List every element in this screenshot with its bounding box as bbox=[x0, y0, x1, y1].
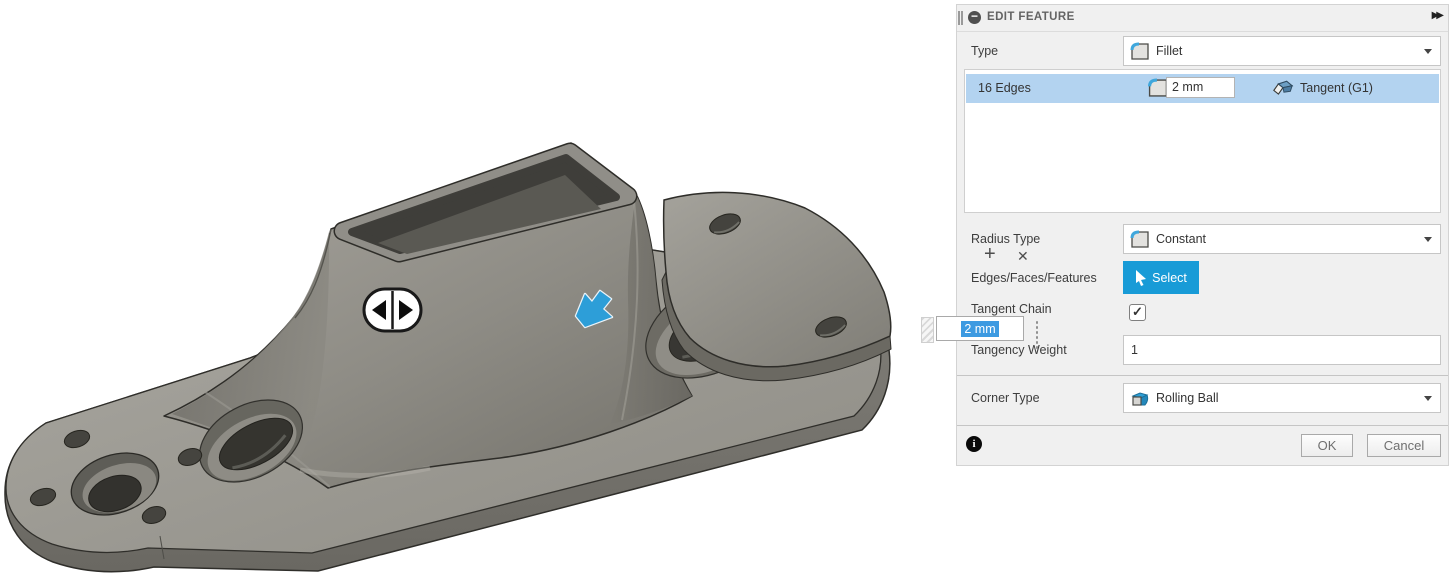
cursor-icon bbox=[1135, 270, 1147, 286]
check-icon: ✓ bbox=[1132, 304, 1143, 319]
ok-button[interactable]: OK bbox=[1301, 434, 1353, 457]
radius-type-dropdown[interactable]: Constant bbox=[1123, 224, 1441, 254]
corner-type-value: Rolling Ball bbox=[1156, 391, 1424, 405]
fast-forward-icon[interactable]: ▶▶ bbox=[1432, 10, 1441, 21]
continuity-value: Tangent (G1) bbox=[1300, 81, 1373, 95]
dialog-header[interactable]: − EDIT FEATURE ▶▶ bbox=[957, 5, 1448, 32]
info-icon[interactable]: i bbox=[966, 436, 982, 452]
type-value: Fillet bbox=[1156, 44, 1424, 58]
corner-type-label: Corner Type bbox=[971, 390, 1040, 406]
fillet-icon bbox=[1130, 42, 1150, 61]
chevron-down-icon bbox=[1424, 49, 1432, 54]
model-3d[interactable] bbox=[0, 0, 956, 573]
divider bbox=[957, 375, 1448, 376]
radius-value-field[interactable]: 2 mm bbox=[1166, 77, 1235, 98]
tangent-chain-checkbox[interactable]: ✓ bbox=[1129, 304, 1146, 321]
edge-set-list[interactable]: 16 Edges 2 mm Tangent (G1) + ✕ bbox=[964, 69, 1441, 213]
divider bbox=[957, 425, 1448, 426]
rolling-ball-icon bbox=[1130, 389, 1150, 408]
dimension-value-selected[interactable]: 2 mm bbox=[961, 321, 998, 337]
type-label: Type bbox=[971, 43, 998, 59]
tangency-weight-input[interactable]: 1 bbox=[1123, 335, 1441, 365]
drag-grip-icon[interactable] bbox=[958, 11, 964, 25]
add-edge-set-button[interactable]: + bbox=[984, 244, 996, 264]
dimension-input-grip[interactable] bbox=[921, 317, 934, 343]
select-button-label: Select bbox=[1152, 271, 1187, 285]
corner-type-dropdown[interactable]: Rolling Ball bbox=[1123, 383, 1441, 413]
edge-set-row[interactable]: 16 Edges 2 mm Tangent (G1) bbox=[966, 74, 1439, 103]
edge-count: 16 Edges bbox=[978, 81, 1031, 95]
remove-edge-set-button[interactable]: ✕ bbox=[1017, 248, 1029, 264]
collapse-icon[interactable]: − bbox=[968, 11, 981, 24]
tangent-icon bbox=[1272, 79, 1294, 99]
radius-type-value: Constant bbox=[1156, 232, 1424, 246]
model-wing-top[interactable] bbox=[664, 192, 891, 366]
chevron-down-icon bbox=[1424, 396, 1432, 401]
radius-type-label: Radius Type bbox=[971, 231, 1040, 247]
tangent-chain-label: Tangent Chain bbox=[971, 301, 1052, 317]
dimension-input[interactable]: 2 mm bbox=[936, 316, 1024, 341]
dialog-title: EDIT FEATURE bbox=[987, 11, 1075, 23]
selection-label: Edges/Faces/Features bbox=[971, 270, 1097, 286]
dimension-drag-dots-icon[interactable] bbox=[1035, 321, 1039, 349]
fillet-icon bbox=[1130, 230, 1150, 249]
type-dropdown[interactable]: Fillet bbox=[1123, 36, 1441, 66]
model-viewport[interactable] bbox=[0, 0, 956, 573]
edit-feature-dialog: − EDIT FEATURE ▶▶ Type Fillet 16 Edges 2… bbox=[956, 4, 1449, 466]
tangency-weight-label: Tangency Weight bbox=[971, 342, 1067, 358]
select-button[interactable]: Select bbox=[1123, 261, 1199, 294]
fillet-drag-handle-icon[interactable] bbox=[364, 289, 421, 331]
chevron-down-icon bbox=[1424, 237, 1432, 242]
cancel-button[interactable]: Cancel bbox=[1367, 434, 1441, 457]
